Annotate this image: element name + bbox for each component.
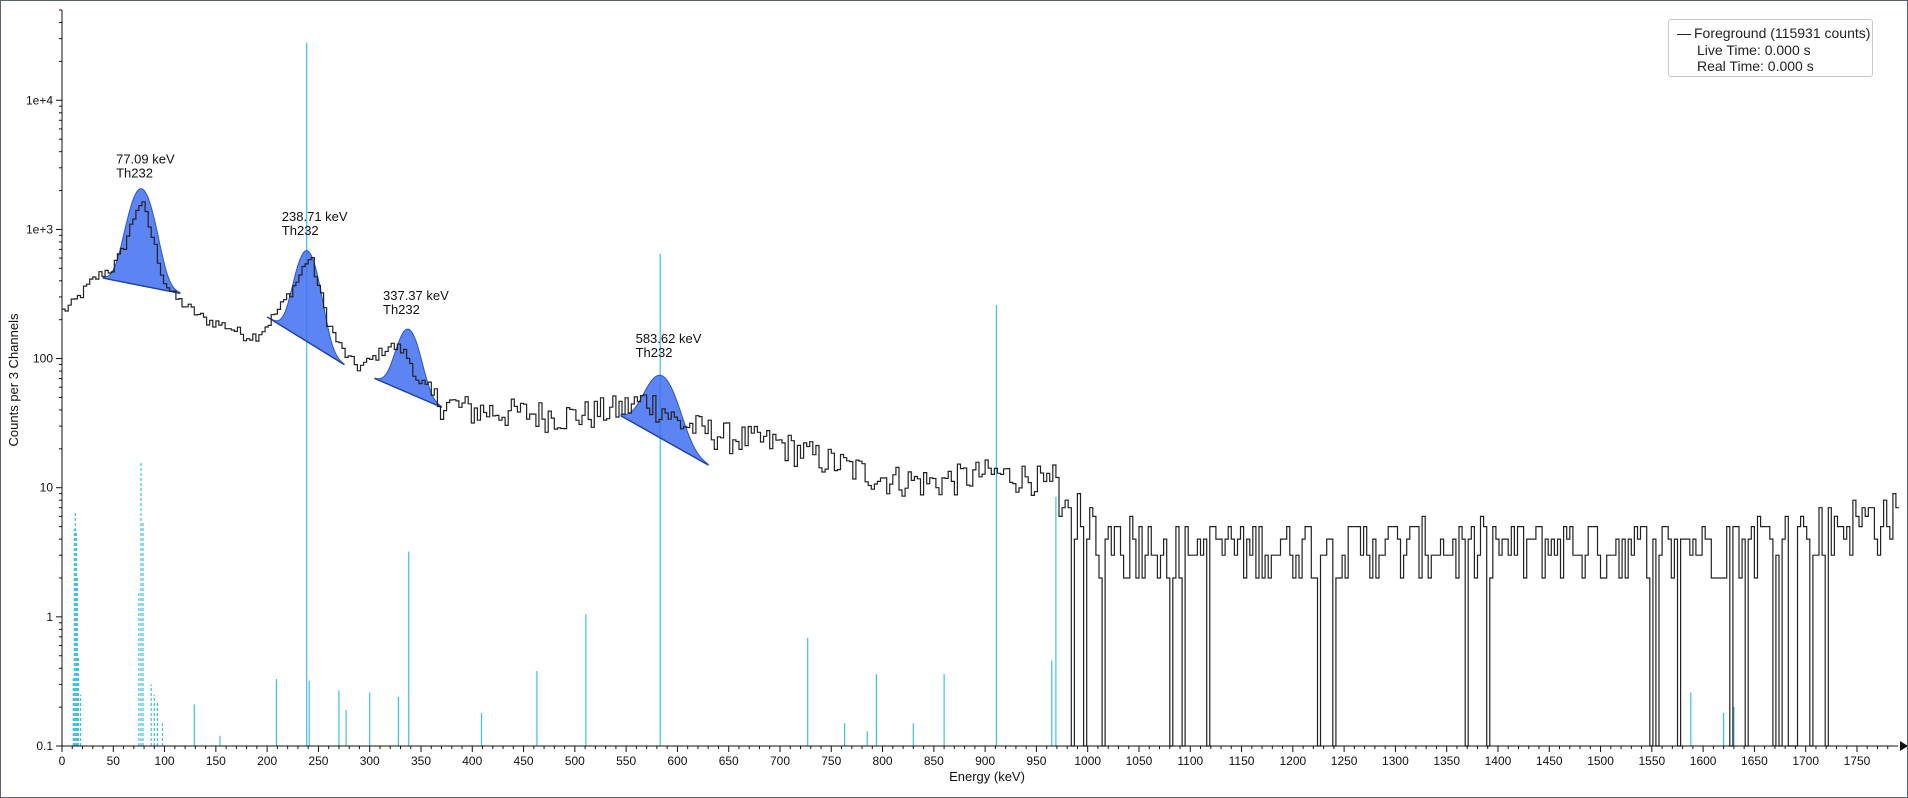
x-tick-label: 1550: [1638, 754, 1665, 768]
x-tick-label: 1250: [1331, 754, 1358, 768]
x-tick-label: 50: [107, 754, 121, 768]
x-tick-label: 1350: [1433, 754, 1460, 768]
y-tick-label: 1: [46, 610, 53, 624]
x-tick-label: 300: [360, 754, 380, 768]
legend-series-label: Foreground (115931 counts): [1694, 25, 1871, 41]
legend-swatch: [1677, 33, 1691, 35]
x-tick-label: 650: [719, 754, 739, 768]
x-tick-label: 150: [206, 754, 226, 768]
x-tick-label: 1600: [1690, 754, 1717, 768]
x-tick-label: 750: [821, 754, 841, 768]
peak-energy-label: 583.62 keV: [636, 331, 702, 346]
y-tick-label: 1e+3: [26, 222, 53, 236]
y-tick-label: 1e+4: [26, 93, 53, 107]
peak-nuclide-label: Th232: [282, 223, 319, 238]
x-tick-label: 1150: [1229, 754, 1255, 768]
peak-nuclide-label: Th232: [383, 302, 420, 317]
x-tick-label: 950: [1026, 754, 1046, 768]
y-tick-label: 0.1: [36, 739, 53, 753]
x-tick-label: 850: [924, 754, 944, 768]
x-tick-label: 1000: [1074, 754, 1101, 768]
x-tick-label: 250: [308, 754, 328, 768]
spectrum-chart: 77.09 keVTh232238.71 keVTh232337.37 keVT…: [0, 0, 1908, 798]
y-tick-label: 10: [40, 481, 54, 495]
x-tick-label: 500: [565, 754, 585, 768]
x-tick-label: 1450: [1536, 754, 1563, 768]
x-tick-label: 1300: [1382, 754, 1409, 768]
x-tick-label: 1750: [1844, 754, 1871, 768]
y-tick-label: 100: [33, 352, 53, 366]
x-tick-label: 200: [257, 754, 277, 768]
x-tick-label: 450: [514, 754, 534, 768]
x-tick-label: 1700: [1792, 754, 1819, 768]
x-tick-label: 900: [975, 754, 995, 768]
x-tick-label: 100: [155, 754, 175, 768]
legend: Foreground (115931 counts) Live Time: 0.…: [1668, 19, 1873, 77]
x-tick-label: 700: [770, 754, 790, 768]
chart-background: [0, 0, 1908, 798]
x-tick-label: 1400: [1485, 754, 1512, 768]
x-tick-label: 1050: [1126, 754, 1153, 768]
peak-nuclide-label: Th232: [636, 345, 673, 360]
x-tick-label: 1500: [1587, 754, 1614, 768]
peak-energy-label: 77.09 keV: [116, 151, 175, 166]
legend-series-row: Foreground (115931 counts): [1677, 25, 1870, 41]
x-tick-label: 350: [411, 754, 431, 768]
x-tick-label: 0: [59, 754, 66, 768]
x-tick-label: 550: [616, 754, 636, 768]
x-tick-label: 600: [667, 754, 687, 768]
x-axis-label: Energy (keV): [949, 769, 1025, 784]
peak-energy-label: 337.37 keV: [383, 288, 449, 303]
x-tick-label: 1200: [1279, 754, 1306, 768]
peak-nuclide-label: Th232: [116, 165, 153, 180]
peak-energy-label: 238.71 keV: [282, 209, 348, 224]
x-tick-label: 1650: [1741, 754, 1768, 768]
x-tick-label: 1100: [1177, 754, 1203, 768]
y-axis-label: Counts per 3 Channels: [6, 313, 21, 446]
x-tick-label: 400: [462, 754, 482, 768]
x-tick-label: 800: [873, 754, 893, 768]
legend-live-time: Live Time: 0.000 s: [1697, 42, 1811, 58]
legend-real-time: Real Time: 0.000 s: [1697, 58, 1814, 74]
